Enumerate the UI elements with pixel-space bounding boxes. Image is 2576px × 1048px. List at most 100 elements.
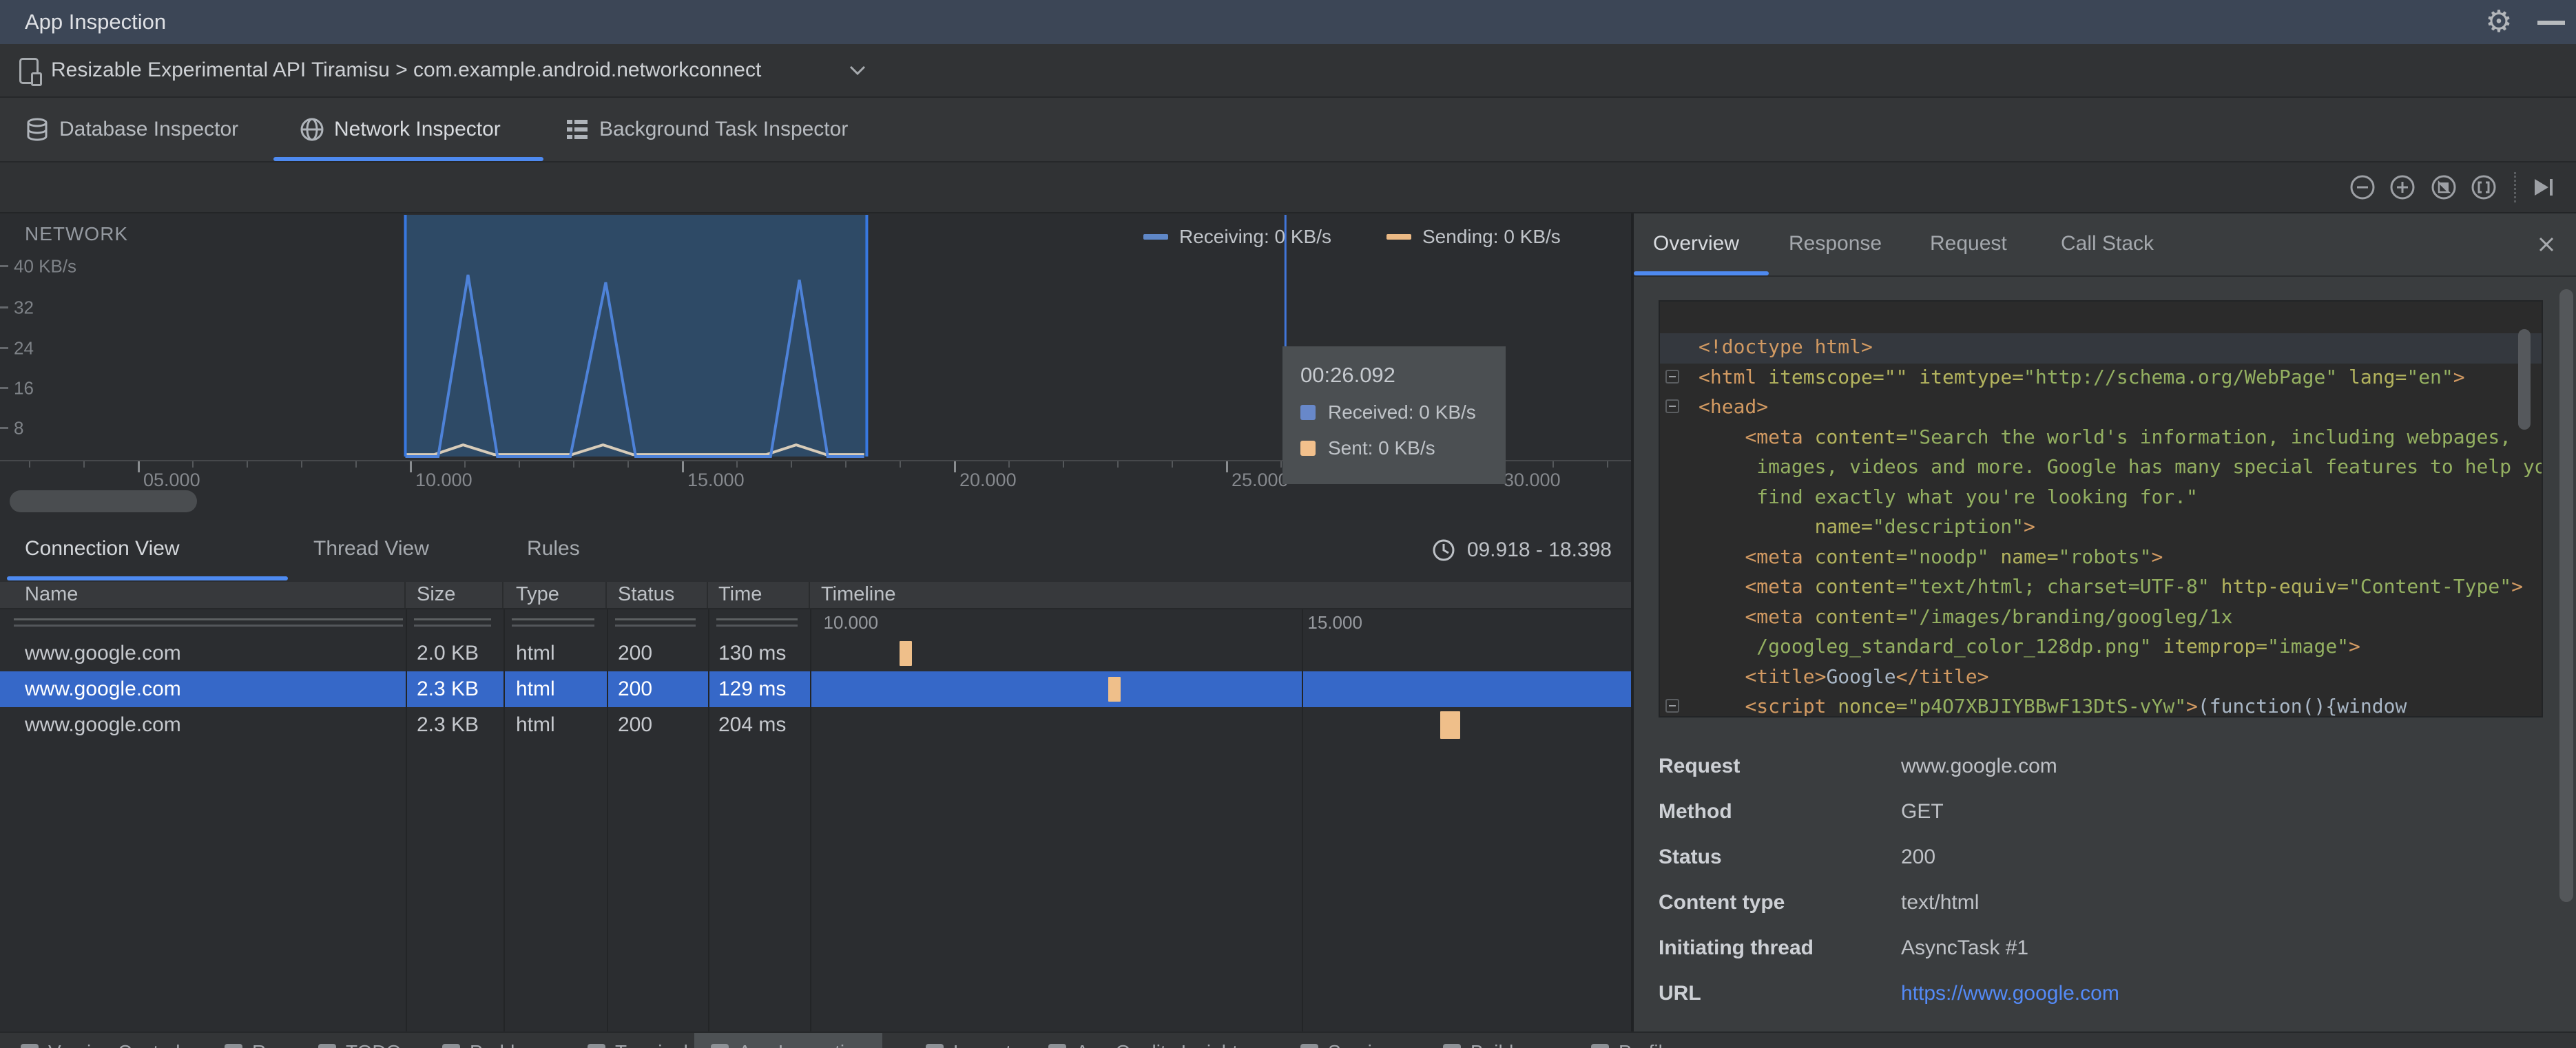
inspector-tab-database-inspector[interactable]: Database Inspector — [25, 98, 238, 161]
cell-status: 200 — [618, 642, 653, 664]
connection-details-panel: Overview Response Request Call Stack <!doct… — [1634, 213, 2576, 1031]
tab-request[interactable]: Request — [1930, 213, 2007, 275]
tool-window-button-app-quality-insights[interactable]: App Quality Insights — [1048, 1033, 1247, 1048]
legend-sending: Sending: 0 KB/s — [1386, 226, 1561, 248]
cell-type: html — [516, 713, 555, 736]
time-tick-label: 15.000 — [687, 470, 745, 490]
selected-time-range: 09.918 - 18.398 — [1431, 520, 1612, 580]
tool-window-button-app-inspection[interactable]: App Inspection — [694, 1033, 883, 1048]
column-header-type[interactable]: Type — [503, 582, 607, 608]
fold-marker-icon[interactable] — [1665, 399, 1679, 413]
tool-window-button-build[interactable]: Build — [1443, 1033, 1513, 1048]
minor-tick — [1280, 461, 1282, 468]
zoom-in-icon[interactable] — [2389, 174, 2416, 201]
editor-scrollbar[interactable] — [2518, 329, 2531, 430]
column-header-time[interactable]: Time — [708, 582, 810, 608]
insights-icon — [1048, 1044, 1066, 1048]
tool-window-button-run[interactable]: Run — [225, 1033, 287, 1048]
table-row[interactable]: www.google.com 2.3 KB html 200 129 ms — [0, 671, 1631, 707]
receiving-swatch — [1143, 234, 1168, 240]
code-line: <script nonce="p4O7XBJIYBBwF13DtS-vYw">(… — [1745, 695, 2407, 717]
minor-tick — [29, 461, 30, 468]
logcat-icon — [926, 1044, 944, 1048]
close-icon[interactable] — [2535, 233, 2558, 256]
tool-window-button-terminal[interactable]: Terminal — [588, 1033, 688, 1048]
tool-window-button-logcat[interactable]: Logcat — [926, 1033, 1011, 1048]
field-value-request: www.google.com — [1901, 755, 2057, 777]
tool-window-button-problems[interactable]: Problems — [442, 1033, 551, 1048]
fold-marker-icon[interactable] — [1665, 699, 1679, 713]
received-swatch — [1300, 405, 1316, 420]
tab-thread-view[interactable]: Thread View — [313, 520, 429, 580]
column-header-name[interactable]: Name — [0, 582, 406, 608]
minimize-icon[interactable] — [2537, 21, 2565, 25]
tool-window-button-version-control[interactable]: Version Control — [21, 1033, 180, 1048]
code-line: <meta content="text/html; charset=UTF-8"… — [1745, 575, 2523, 598]
tool-window-button-todo[interactable]: TODO — [318, 1033, 401, 1048]
code-line: <!doctype html> — [1699, 335, 1873, 358]
reset-zoom-icon[interactable] — [2430, 174, 2458, 201]
table-body: www.google.com 2.0 KB html 200 130 ms www.goo… — [0, 636, 1631, 743]
y-tick — [0, 387, 8, 389]
tab-call-stack[interactable]: Call Stack — [2061, 213, 2154, 275]
cell-type: html — [516, 678, 555, 700]
timeline-scrollbar[interactable] — [10, 490, 197, 512]
y-tick-label: 32 — [14, 297, 34, 318]
gear-icon[interactable]: ⚙ — [2480, 3, 2518, 41]
tab-response[interactable]: Response — [1789, 213, 1882, 275]
zoom-out-icon[interactable] — [2349, 174, 2376, 201]
panel-scrollbar[interactable] — [2559, 289, 2573, 902]
field-label-url: URL — [1659, 982, 1701, 1005]
minor-tick — [1117, 461, 1119, 468]
timeline-toolbar — [0, 163, 2576, 213]
tab-overview[interactable]: Overview — [1653, 213, 1739, 275]
response-preview-editor[interactable]: <!doctype html> <html itemscope="" itemty… — [1659, 300, 2543, 717]
code-lines: <!doctype html> <html itemscope="" itemty… — [1699, 332, 2543, 717]
minor-tick — [573, 461, 574, 468]
sent-swatch — [1300, 441, 1316, 456]
column-separator — [503, 609, 505, 1031]
major-tick — [138, 461, 140, 472]
zoom-to-selection-icon[interactable] — [2470, 174, 2497, 201]
minor-tick — [464, 461, 466, 468]
minor-tick — [355, 461, 357, 468]
branch-icon — [21, 1044, 39, 1048]
tool-window-button-services[interactable]: Services — [1300, 1033, 1402, 1048]
field-value-content-type: text/html — [1901, 891, 1980, 914]
services-icon — [1300, 1044, 1318, 1048]
table-row[interactable]: www.google.com 2.0 KB html 200 130 ms — [0, 636, 1631, 671]
tab-connection-view[interactable]: Connection View — [25, 520, 180, 580]
cell-time: 204 ms — [718, 713, 787, 736]
legend-receiving: Receiving: 0 KB/s — [1143, 226, 1331, 248]
todo-icon — [318, 1044, 336, 1048]
minor-tick — [1607, 461, 1608, 468]
cell-size: 2.3 KB — [417, 713, 479, 736]
y-tick-label: 16 — [14, 377, 34, 399]
fold-marker-icon[interactable] — [1665, 369, 1679, 384]
minor-tick — [1172, 461, 1173, 468]
window-title: App Inspection — [25, 10, 167, 34]
process-selector-bar[interactable]: Resizable Experimental API Tiramisu > co… — [0, 44, 2576, 98]
code-line: images, videos and more. Google has many… — [1699, 455, 2543, 478]
y-tick — [0, 306, 8, 308]
tool-window-button-profiler[interactable]: Profiler — [1591, 1033, 1680, 1048]
app-inspection-icon — [711, 1044, 729, 1048]
go-live-icon[interactable] — [2529, 174, 2557, 201]
column-header-size[interactable]: Size — [406, 582, 503, 608]
table-row[interactable]: www.google.com 2.3 KB html 200 204 ms — [0, 707, 1631, 743]
build-icon — [1443, 1044, 1461, 1048]
table-header[interactable]: Name Size Type Status Time Timeline — [0, 582, 1631, 609]
minor-tick — [736, 461, 738, 468]
timeline-marker — [1440, 711, 1461, 739]
problems-icon — [442, 1044, 460, 1048]
details-tab-bar: Overview Response Request Call Stack — [1634, 213, 2576, 277]
inspector-tab-network-inspector[interactable]: Network Inspector — [300, 98, 501, 161]
field-value-url[interactable]: https://www.google.com — [1901, 982, 2119, 1005]
tab-rules[interactable]: Rules — [527, 520, 580, 580]
field-label-initiating-thread: Initiating thread — [1659, 936, 1814, 959]
active-tab-underline — [1634, 271, 1769, 275]
inspector-tab-background-task-inspector[interactable]: Background Task Inspector — [565, 98, 848, 161]
column-header-timeline[interactable]: Timeline — [810, 582, 1631, 608]
minor-tick — [83, 461, 85, 468]
column-header-status[interactable]: Status — [607, 582, 708, 608]
